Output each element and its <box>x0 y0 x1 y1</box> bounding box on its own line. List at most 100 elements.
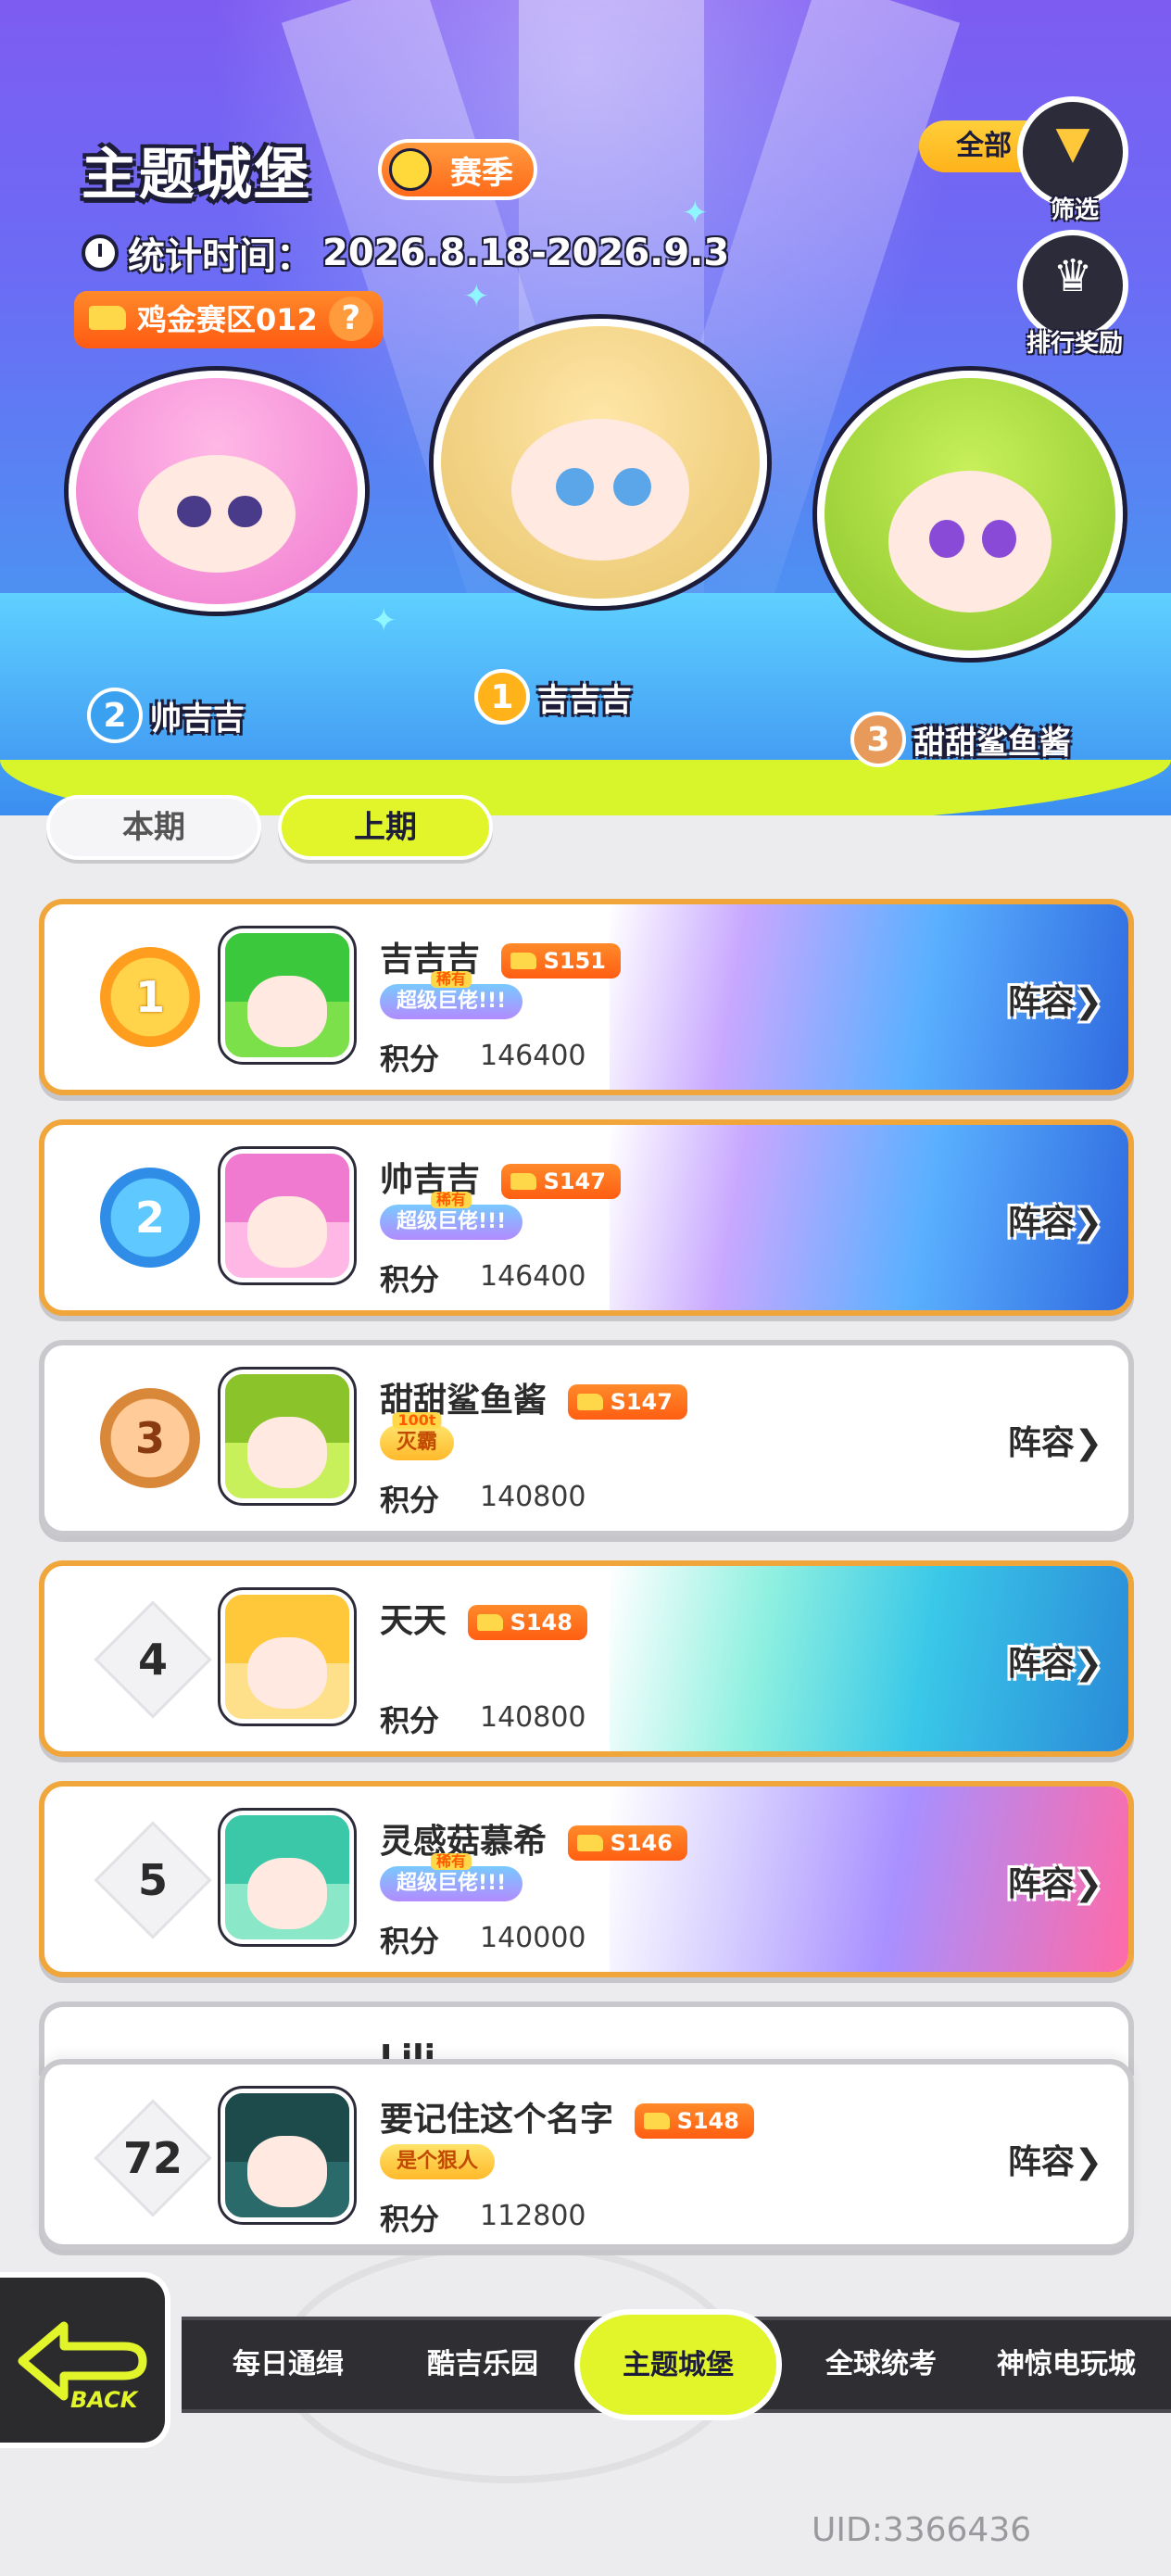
avatar[interactable] <box>220 2089 354 2222</box>
hero-banner: ✦ ✦ ✦ ✦ 主题城堡 赛季 统计时间： 2026.8.18-2026.9.3… <box>0 0 1171 815</box>
season-chip: S147 <box>567 1384 687 1420</box>
rank-card-4[interactable]: 4 天天 S148 积分 140800 阵容❯ <box>39 1560 1134 1757</box>
lineup-label: 阵容 <box>1007 1204 1075 1242</box>
title-chip-text: 灭霸 <box>397 1431 438 1454</box>
question-icon[interactable]: ? <box>328 297 373 341</box>
tab-current[interactable]: 本期 <box>46 795 261 860</box>
rank-card-3[interactable]: 3 甜甜鲨鱼酱 S147 100t 灭霸 积分 140800 阵容❯ <box>39 1340 1134 1536</box>
back-button[interactable]: BACK <box>0 2272 170 2448</box>
chevron-right-icon: ❯ <box>1074 1204 1102 1242</box>
rank-2-badge: 2 <box>87 688 143 743</box>
back-label: BACK <box>70 2387 138 2413</box>
score-label: 积分 <box>380 1483 440 1518</box>
rank-number: 4 <box>137 1634 169 1685</box>
title-chip: 是个狠人 <box>380 2144 496 2179</box>
score-value: 140800 <box>480 1481 586 1513</box>
avatar-face <box>247 1636 327 1710</box>
page-title: 主题城堡 <box>82 143 311 208</box>
avatar-face <box>888 470 1051 612</box>
podium-player-name: 帅吉吉 <box>150 700 245 738</box>
lineup-label: 阵容 <box>1007 1424 1075 1462</box>
avatar-face <box>247 1857 327 1930</box>
player-name-text: 要记住这个名字 <box>380 2101 614 2139</box>
title-chip-tier: 稀有 <box>431 1192 472 1208</box>
podium-avatar-2[interactable] <box>69 371 365 612</box>
rank-card-2[interactable]: 2 帅吉吉 S147 稀有 超级巨佬!!! 积分 146400 阵容❯ <box>39 1119 1134 1316</box>
reward-caption: 排行奖励 <box>1026 330 1123 358</box>
region-tag[interactable]: 鸡金赛区012 ? <box>74 291 383 348</box>
avatar-face <box>137 454 296 573</box>
player-name: 天天 S148 <box>380 1594 587 1642</box>
season-chip: S147 <box>500 1164 621 1199</box>
chick-icon <box>389 148 432 191</box>
score-value: 146400 <box>480 1040 586 1072</box>
clock-icon <box>82 234 119 271</box>
nav-item-theme-castle[interactable]: 主题城堡 <box>574 2309 782 2420</box>
rank-card-5[interactable]: 5 灵感菇慕希 S146 稀有 超级巨佬!!! 积分 140000 阵容❯ <box>39 1781 1134 1977</box>
score-value: 140800 <box>480 1701 586 1734</box>
avatar[interactable] <box>220 1811 354 1944</box>
title-chip: 稀有 超级巨佬!!! <box>380 971 523 1019</box>
bottom-nav: 每日通缉 酷吉乐园 主题城堡 全球统考 神惊电玩城 <box>182 2309 1171 2420</box>
my-rank-card[interactable]: 72 要记住这个名字 S148 是个狠人 积分 112800 阵容❯ <box>39 2059 1134 2250</box>
avatar[interactable] <box>220 1590 354 1724</box>
rank-number: 5 <box>137 1854 169 1905</box>
avatar-face <box>247 1416 327 1489</box>
filter-caption: 筛选 <box>1050 196 1099 224</box>
lineup-button[interactable]: 阵容❯ <box>1008 1195 1102 1244</box>
player-name: 灵感菇慕希 S146 <box>380 1814 687 1863</box>
avatar[interactable] <box>220 1370 354 1503</box>
region-label: 鸡金赛区012 <box>137 302 318 337</box>
gun-icon <box>89 306 126 330</box>
title-chip: 稀有 超级巨佬!!! <box>380 1853 523 1901</box>
player-name: 吉吉吉 S151 <box>380 932 621 980</box>
funnel-glyph: ▼ <box>1055 117 1090 169</box>
nav-item-global-exam[interactable]: 全球统考 <box>802 2320 960 2409</box>
podium-name-3: 3 甜甜鲨鱼酱 <box>850 712 1071 767</box>
filter-label: 全部 <box>956 130 1012 162</box>
podium-avatar-1[interactable] <box>434 319 767 606</box>
lineup-button[interactable]: 阵容❯ <box>1008 975 1102 1023</box>
nav-item-arcade[interactable]: 神惊电玩城 <box>969 2320 1164 2409</box>
rank-card-1[interactable]: 1 吉吉吉 S151 稀有 超级巨佬!!! 积分 146400 阵容❯ <box>39 899 1134 1095</box>
lineup-label: 阵容 <box>1007 1865 1075 1903</box>
season-badge[interactable]: 赛季 <box>378 139 537 200</box>
player-name: 要记住这个名字 S148 <box>380 2092 754 2140</box>
tab-previous[interactable]: 上期 <box>278 795 493 860</box>
score-value: 146400 <box>480 1260 586 1293</box>
uid-label: UID:3366436 <box>812 2511 1032 2549</box>
sparkle-icon: ✦ <box>463 278 490 315</box>
nav-item-park[interactable]: 酷吉乐园 <box>404 2320 561 2409</box>
rank-badge: 4 <box>94 1600 212 1719</box>
lineup-label: 阵容 <box>1007 1645 1075 1683</box>
lineup-button[interactable]: 阵容❯ <box>1008 1416 1102 1464</box>
avatar[interactable] <box>220 1149 354 1282</box>
stat-range: 2026.8.18-2026.9.3 <box>322 232 730 274</box>
title-chip-text: 超级巨佬!!! <box>397 1872 507 1895</box>
title-chip-text: 是个狠人 <box>397 2150 479 2173</box>
player-name: 帅吉吉 S147 <box>380 1153 621 1201</box>
lineup-label: 阵容 <box>1007 2143 1075 2181</box>
avatar-face <box>247 975 327 1048</box>
score-label: 积分 <box>380 1042 440 1077</box>
rank-badge: 1 <box>100 947 200 1047</box>
title-chip: 稀有 超级巨佬!!! <box>380 1192 523 1240</box>
chevron-right-icon: ❯ <box>1074 1645 1102 1683</box>
season-chip: S146 <box>567 1825 687 1861</box>
rank-3-badge: 3 <box>850 712 906 767</box>
rank-badge: 2 <box>100 1168 200 1268</box>
nav-item-daily-wanted[interactable]: 每日通缉 <box>209 2320 367 2409</box>
season-chip: S148 <box>634 2103 754 2139</box>
chevron-right-icon: ❯ <box>1074 2143 1102 2181</box>
avatar-eye <box>612 467 652 507</box>
lineup-button[interactable]: 阵容❯ <box>1008 1857 1102 1905</box>
score-label: 积分 <box>380 1924 440 1959</box>
title-chip-tier: 稀有 <box>431 971 472 988</box>
podium-name-2: 2 帅吉吉 <box>87 688 245 743</box>
lineup-button[interactable]: 阵容❯ <box>1008 1636 1102 1685</box>
score-label: 积分 <box>380 1262 440 1297</box>
lineup-button[interactable]: 阵容❯ <box>1008 2135 1102 2183</box>
podium-avatar-3[interactable] <box>817 371 1123 658</box>
season-chip: S151 <box>500 943 621 979</box>
avatar[interactable] <box>220 928 354 1062</box>
